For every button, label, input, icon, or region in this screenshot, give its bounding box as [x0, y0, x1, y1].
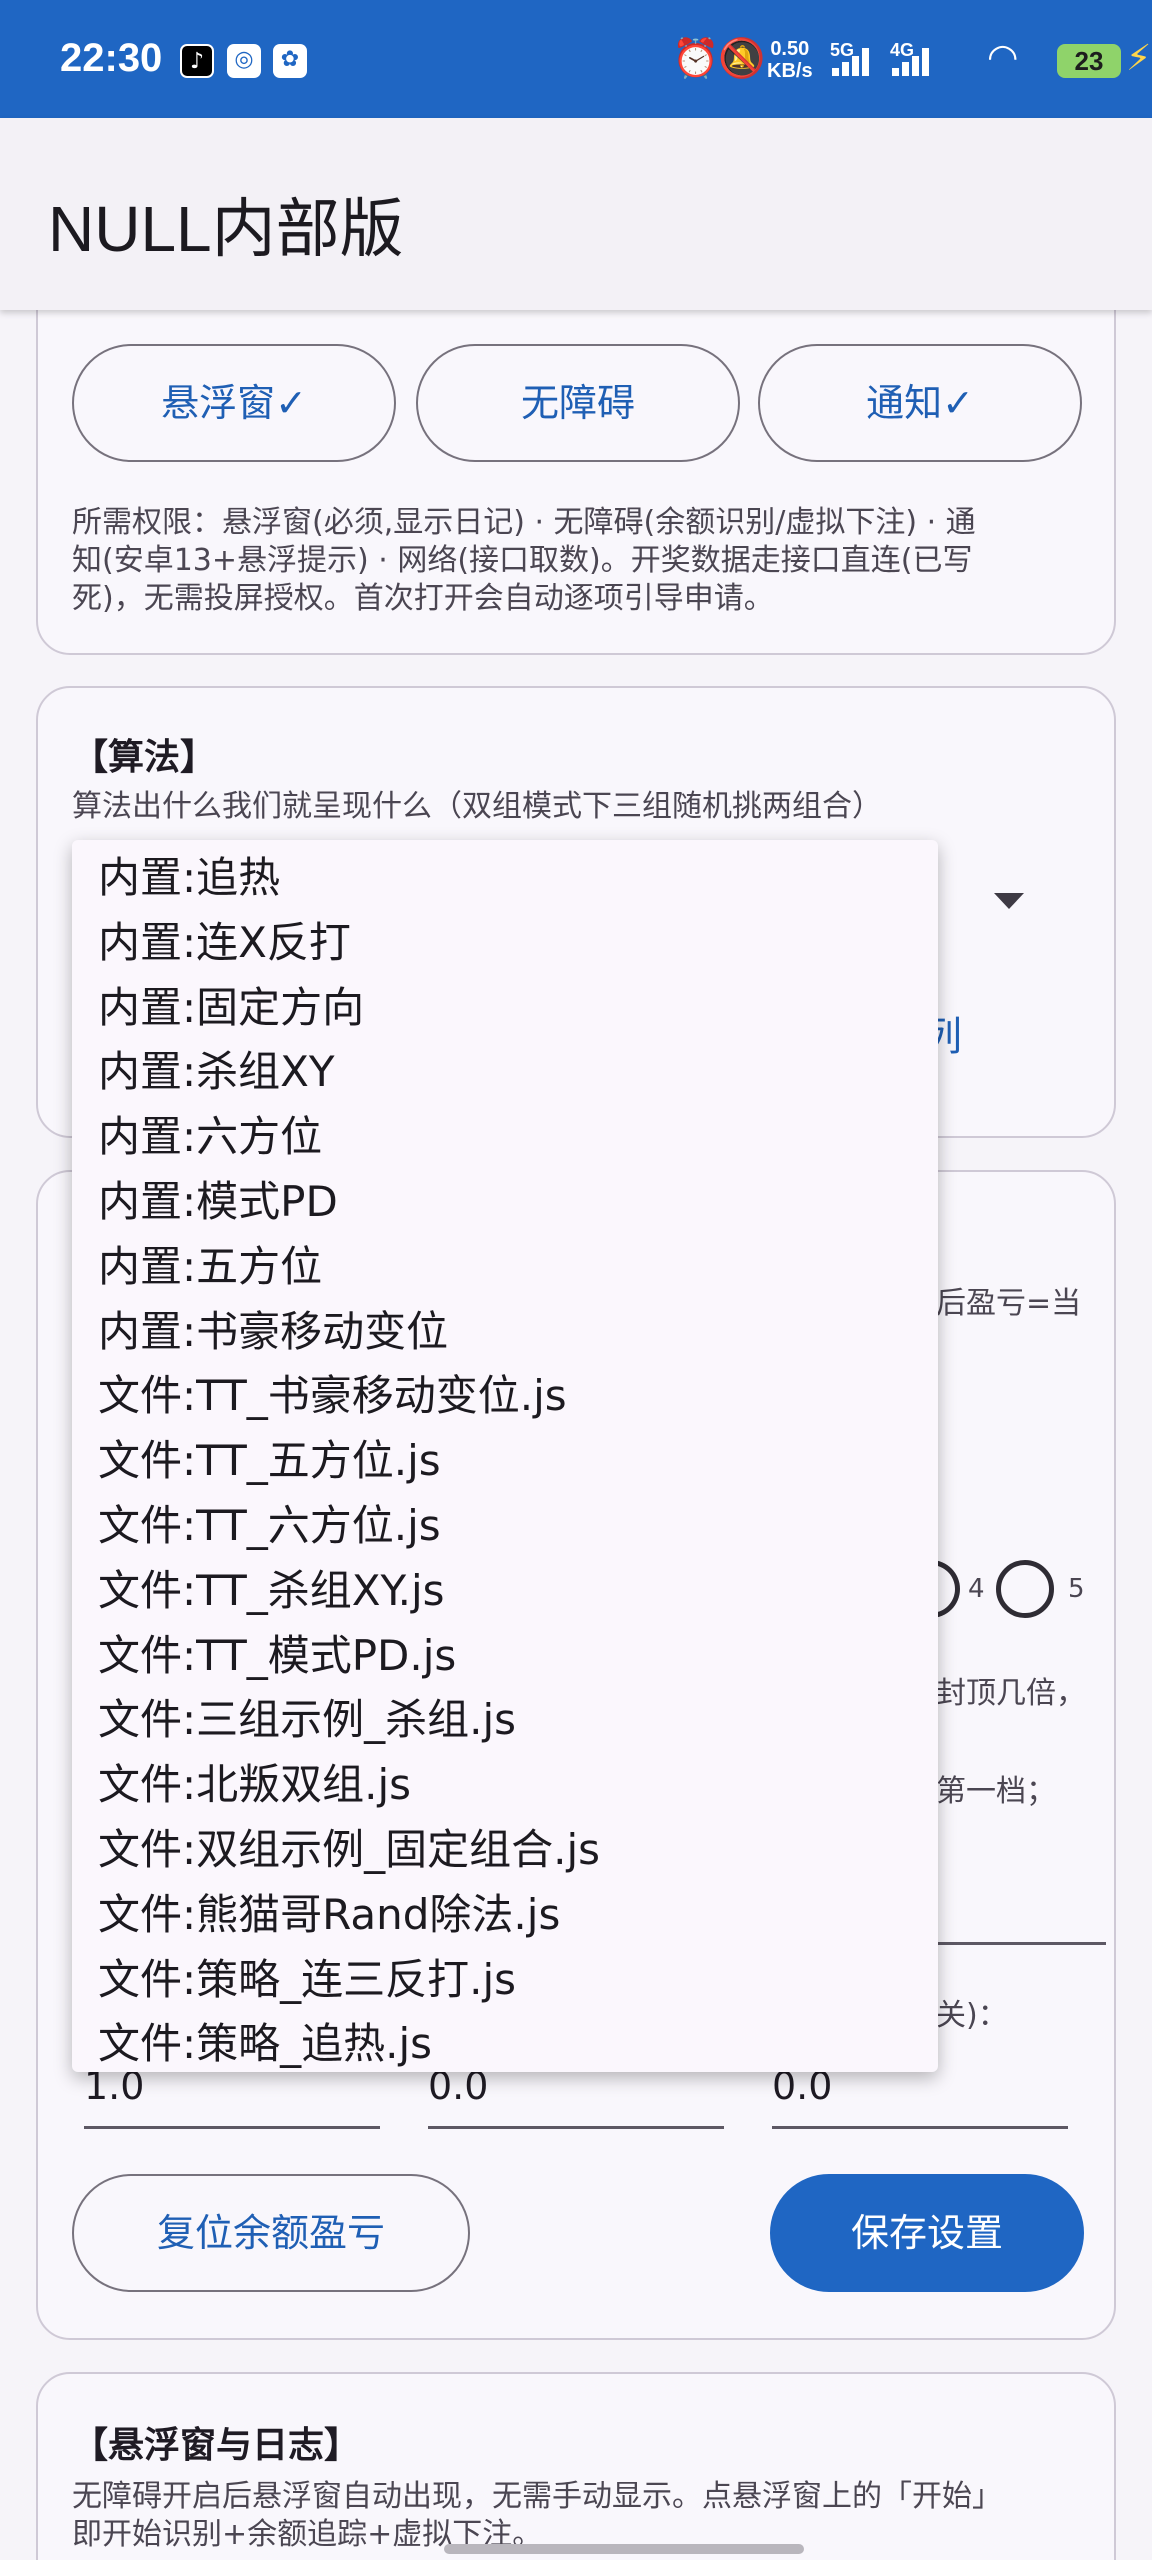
charging-icon: ⚡ [1126, 38, 1152, 79]
menu-item[interactable]: 文件:策略_连三反打.js [72, 1948, 938, 2013]
reset-balance-button[interactable]: 复位余额盈亏 [72, 2174, 470, 2292]
status-right: ⏰ 🔕 0.50 KB/s 5G 4G ◠ 23 ⚡ [652, 30, 1152, 90]
alarm-icon: ⏰ [672, 36, 720, 80]
permissions-card: 悬浮窗✓ 无障碍 通知✓ 所需权限：悬浮窗(必须,显示日记) · 无障碍(余额识… [36, 260, 1116, 655]
menu-item[interactable]: 文件:北叛双组.js [72, 1753, 938, 1818]
cap-hint-fragment: 封顶几倍， [936, 1676, 1086, 1711]
app-bar: NULL内部版 [0, 118, 1152, 310]
field-underline-1 [84, 2126, 380, 2129]
floating-log-card: 【悬浮窗与日志】 无障碍开启后悬浮窗自动出现，无需手动显示。点悬浮窗上的「开始」… [36, 2372, 1116, 2560]
radio-label-4: 4 [968, 1574, 985, 1604]
floating-log-title: 【悬浮窗与日志】 [72, 2425, 361, 2466]
menu-item[interactable]: 文件:TT_模式PD.js [72, 1624, 938, 1689]
app-notification-icon: ◎ [227, 44, 261, 78]
overlay-permission-button[interactable]: 悬浮窗✓ [72, 344, 396, 462]
signal-4g-icon [892, 46, 932, 76]
floating-log-desc-line-1: 无障碍开启后悬浮窗自动出现，无需手动显示。点悬浮窗上的「开始」 [72, 2479, 1002, 2514]
menu-item[interactable]: 文件:TT_六方位.js [72, 1494, 938, 1559]
algorithm-dropdown-menu: 内置:追热 内置:连X反打 内置:固定方向 内置:杀组XY 内置:六方位 内置:… [72, 840, 938, 2072]
menu-item[interactable]: 文件:TT_书豪移动变位.js [72, 1364, 938, 1429]
notification-permission-button[interactable]: 通知✓ [758, 344, 1082, 462]
menu-item[interactable]: 内置:追热 [72, 846, 938, 911]
accessibility-permission-button[interactable]: 无障碍 [416, 344, 740, 462]
menu-item[interactable]: 文件:双组示例_固定组合.js [72, 1818, 938, 1883]
app-notification-icon-2: ✿ [273, 44, 307, 78]
field-underline-right[interactable] [936, 1942, 1106, 1945]
algorithm-title: 【算法】 [72, 737, 217, 778]
menu-item[interactable]: 内置:连X反打 [72, 911, 938, 976]
field-underline-2 [428, 2126, 724, 2129]
menu-item[interactable]: 内置:五方位 [72, 1235, 938, 1300]
bell-muted-icon: 🔕 [718, 36, 766, 80]
close-hint-fragment: 关)： [936, 1998, 1008, 2033]
menu-item[interactable]: 内置:六方位 [72, 1105, 938, 1170]
status-bar: 22:30 ♪ ◎ ✿ ⏰ 🔕 0.50 KB/s 5G 4G ◠ 23 ⚡ [0, 0, 1152, 118]
app-title: NULL内部版 [48, 193, 404, 265]
gesture-nav-handle[interactable] [444, 2544, 804, 2554]
permissions-desc-line-2: 知(安卓13+悬浮提示) · 网络(接口取数)。开奖数据走接口直连(已写 [72, 543, 973, 578]
wifi-icon: ◠ [987, 37, 1019, 78]
menu-item[interactable]: 内置:书豪移动变位 [72, 1300, 938, 1365]
tiktok-notification-icon: ♪ [180, 44, 214, 78]
menu-item[interactable]: 内置:模式PD [72, 1170, 938, 1235]
save-settings-button[interactable]: 保存设置 [770, 2174, 1084, 2292]
battery-icon: 23 [1057, 44, 1121, 78]
menu-item[interactable]: 文件:策略_追热.js [72, 2012, 938, 2077]
menu-item[interactable]: 文件:TT_五方位.js [72, 1429, 938, 1494]
radio-option-5[interactable] [996, 1560, 1054, 1618]
field-underline-3 [772, 2126, 1068, 2129]
permissions-desc-line-1: 所需权限：悬浮窗(必须,显示日记) · 无障碍(余额识别/虚拟下注) · 通 [72, 505, 976, 540]
radio-label-5: 5 [1068, 1574, 1085, 1604]
menu-item[interactable]: 文件:熊猫哥Rand除法.js [72, 1883, 938, 1948]
profit-hint-fragment: 后盈亏=当 [936, 1286, 1082, 1321]
chevron-down-icon[interactable] [994, 893, 1024, 909]
menu-item[interactable]: 文件:三组示例_杀组.js [72, 1688, 938, 1753]
algorithm-subtitle: 算法出什么我们就呈现什么（双组模式下三组随机挑两组合） [72, 789, 882, 824]
speed-unit: KB/s [767, 60, 813, 82]
permissions-desc-line-3: 死)，无需投屏授权。首次打开会自动逐项引导申请。 [72, 581, 774, 616]
menu-item[interactable]: 文件:TT_杀组XY.js [72, 1559, 938, 1624]
battery-level: 23 [1074, 46, 1104, 76]
signal-5g-icon [832, 46, 872, 76]
tier-hint-fragment: 第一档； [936, 1774, 1056, 1809]
speed-value: 0.50 [770, 38, 810, 60]
screen: 22:30 ♪ ◎ ✿ ⏰ 🔕 0.50 KB/s 5G 4G ◠ 23 ⚡ N… [0, 0, 1152, 2560]
status-time: 22:30 [60, 36, 163, 80]
menu-item[interactable]: 内置:固定方向 [72, 976, 938, 1041]
network-speed: 0.50 KB/s [767, 38, 813, 82]
menu-item[interactable]: 内置:杀组XY [72, 1040, 938, 1105]
